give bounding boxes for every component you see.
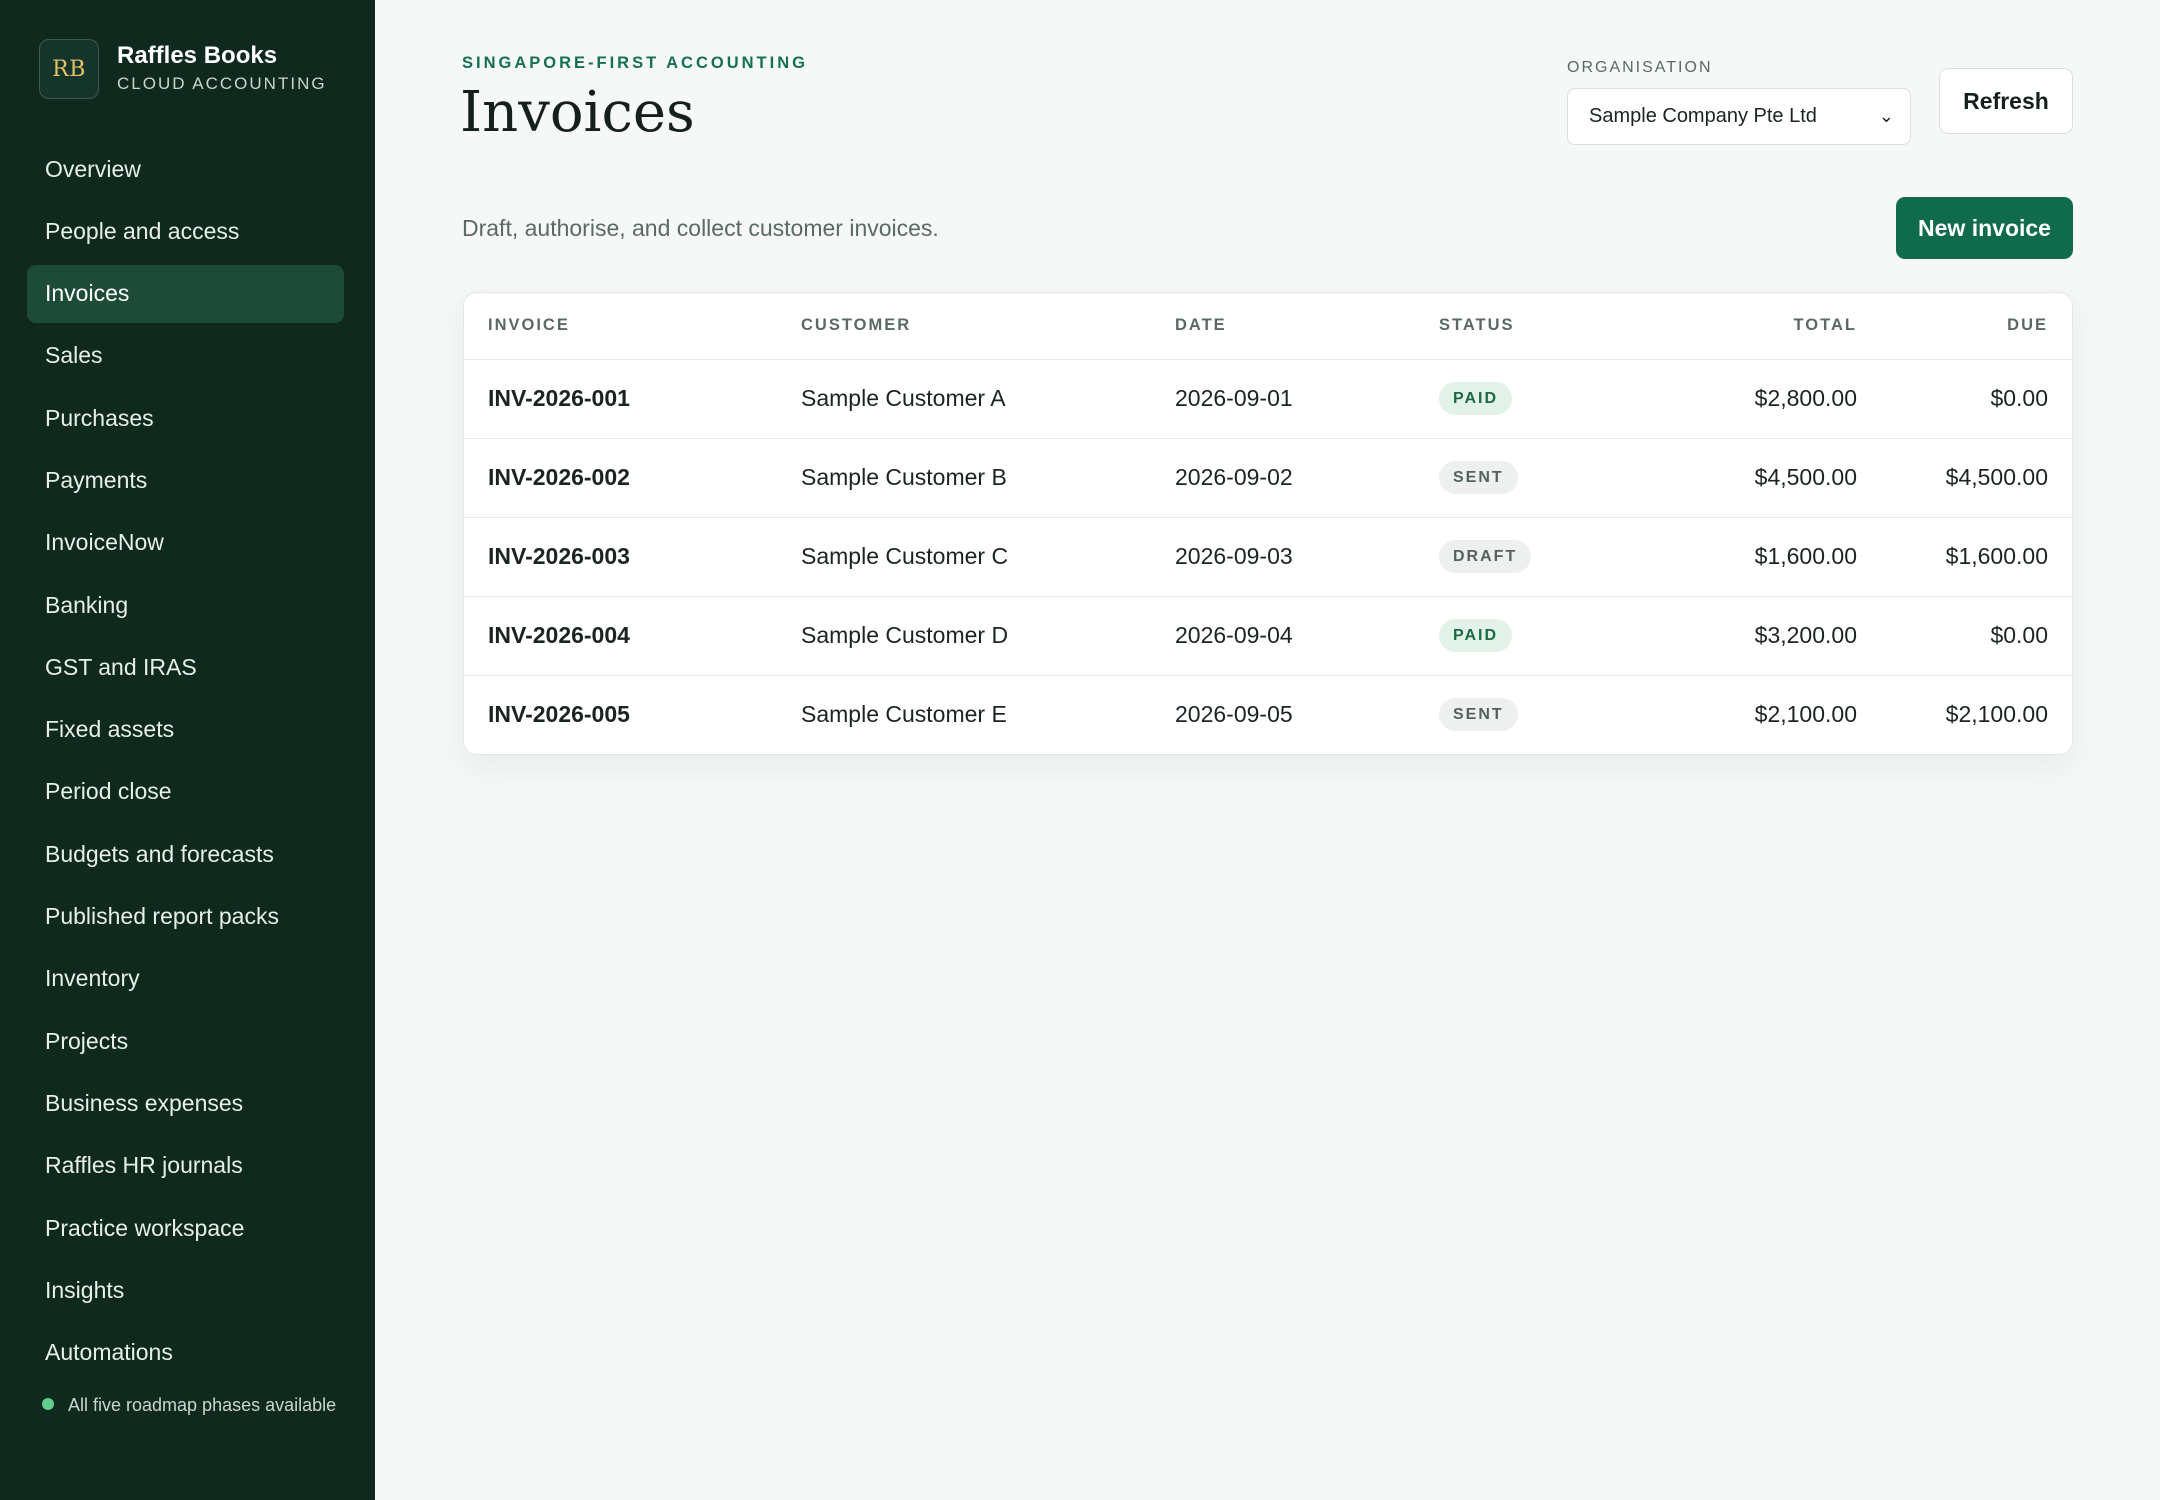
table-row[interactable]: INV-2026-001 Sample Customer A 2026-09-0… [464, 359, 2072, 439]
invoice-number[interactable]: INV-2026-001 [464, 359, 801, 439]
invoice-number[interactable]: INV-2026-005 [464, 675, 801, 754]
sidebar-item-banking[interactable]: Banking [27, 576, 344, 634]
status-cell: PAID [1439, 596, 1636, 676]
brand[interactable]: RB Raffles Books CLOUD ACCOUNTING [39, 39, 327, 99]
table-row[interactable]: INV-2026-002 Sample Customer B 2026-09-0… [464, 438, 2072, 518]
status-badge: PAID [1439, 382, 1513, 415]
column-header-customer[interactable]: CUSTOMER [801, 293, 1175, 360]
invoices-table: INVOICE CUSTOMER DATE STATUS TOTAL DUE I… [464, 293, 2072, 754]
customer-name: Sample Customer C [801, 517, 1175, 597]
customer-name: Sample Customer D [801, 596, 1175, 676]
status-badge: PAID [1439, 619, 1513, 652]
invoice-date: 2026-09-02 [1175, 438, 1439, 518]
column-header-total[interactable]: TOTAL [1636, 293, 1857, 360]
sidebar-item-published-report-packs[interactable]: Published report packs [27, 888, 344, 946]
refresh-button[interactable]: Refresh [1939, 68, 2073, 134]
invoice-date: 2026-09-04 [1175, 596, 1439, 676]
status-cell: SENT [1439, 675, 1636, 754]
organisation-selected-value: Sample Company Pte Ltd [1589, 105, 1817, 127]
invoice-total: $4,500.00 [1636, 438, 1857, 518]
sidebar-item-inventory[interactable]: Inventory [27, 950, 344, 1008]
status-cell: SENT [1439, 438, 1636, 518]
invoice-total: $2,100.00 [1754, 701, 1857, 728]
status-text: All five roadmap phases available [68, 1395, 337, 1415]
table-header-row: INVOICE CUSTOMER DATE STATUS TOTAL DUE [464, 293, 2072, 360]
invoice-due: $2,100.00 [1945, 701, 2048, 728]
brand-name: Raffles Books [117, 42, 278, 69]
sidebar-item-business-expenses[interactable]: Business expenses [27, 1074, 344, 1132]
sidebar-item-payments[interactable]: Payments [27, 451, 344, 509]
sidebar-item-sales[interactable]: Sales [27, 327, 344, 385]
table-row[interactable]: INV-2026-004 Sample Customer D 2026-09-0… [464, 596, 2072, 676]
customer-name: Sample Customer B [801, 438, 1175, 518]
status-cell: DRAFT [1439, 517, 1636, 597]
invoice-date: 2026-09-03 [1175, 517, 1439, 597]
brand-text: Raffles Books CLOUD ACCOUNTING [117, 42, 327, 96]
sidebar-item-invoices[interactable]: Invoices [27, 264, 344, 323]
sidebar-item-period-close[interactable]: Period close [27, 763, 344, 821]
invoice-total: $2,800.00 [1636, 359, 1857, 439]
status-dot-icon [42, 1398, 54, 1410]
organisation-select[interactable]: Sample Company Pte Ltd ⌄ [1567, 88, 1911, 145]
status-badge: SENT [1439, 698, 1518, 732]
sidebar-item-practice-workspace[interactable]: Practice workspace [27, 1199, 344, 1257]
invoice-date: 2026-09-05 [1175, 701, 1293, 728]
sidebar-item-insights[interactable]: Insights [27, 1261, 344, 1319]
column-header-status[interactable]: STATUS [1439, 293, 1636, 360]
sidebar: RB Raffles Books CLOUD ACCOUNTING Overvi… [0, 0, 375, 1500]
invoice-number[interactable]: INV-2026-003 [464, 517, 801, 597]
sidebar-item-budgets-and-forecasts[interactable]: Budgets and forecasts [27, 825, 344, 883]
sidebar-item-raffles-hr-journals[interactable]: Raffles HR journals [27, 1137, 344, 1195]
page-title: Invoices [460, 80, 695, 145]
sidebar-item-invoicenow[interactable]: InvoiceNow [27, 514, 344, 572]
invoices-table-card: INVOICE CUSTOMER DATE STATUS TOTAL DUE I… [463, 292, 2073, 755]
sidebar-item-gst-and-iras[interactable]: GST and IRAS [27, 638, 344, 696]
sidebar-item-projects[interactable]: Projects [27, 1012, 344, 1070]
column-header-date[interactable]: DATE [1175, 293, 1439, 360]
new-invoice-button[interactable]: New invoice [1896, 197, 2073, 259]
invoice-due: $0.00 [1857, 596, 2072, 676]
page-eyebrow: SINGAPORE-FIRST ACCOUNTING [462, 54, 808, 72]
invoice-date: 2026-09-01 [1175, 359, 1439, 439]
status-badge: SENT [1439, 461, 1518, 494]
invoice-number[interactable]: INV-2026-002 [464, 438, 801, 518]
customer-name: Sample Customer E [801, 701, 1007, 728]
sidebar-status: All five roadmap phases available [42, 1392, 342, 1419]
page-subtitle: Draft, authorise, and collect customer i… [462, 215, 939, 241]
status-cell: PAID [1439, 359, 1636, 439]
brand-subtitle: CLOUD ACCOUNTING [117, 74, 327, 93]
invoice-total: $3,200.00 [1636, 596, 1857, 676]
invoice-due: $4,500.00 [1857, 438, 2072, 518]
invoice-total: $1,600.00 [1636, 517, 1857, 597]
sidebar-item-purchases[interactable]: Purchases [27, 389, 344, 447]
invoice-number[interactable]: INV-2026-004 [464, 596, 801, 676]
chevron-down-icon: ⌄ [1878, 106, 1894, 126]
sidebar-item-automations[interactable]: Automations [27, 1324, 344, 1382]
brand-logo: RB [39, 39, 99, 99]
column-header-invoice[interactable]: INVOICE [464, 293, 801, 360]
invoice-due: $0.00 [1857, 359, 2072, 439]
column-header-due[interactable]: DUE [1857, 293, 2072, 360]
organisation-label: ORGANISATION [1567, 59, 1713, 76]
sidebar-item-fixed-assets[interactable]: Fixed assets [27, 701, 344, 759]
sidebar-item-overview[interactable]: Overview [27, 140, 344, 198]
table-row[interactable]: INV-2026-005 Sample Customer E 2026-09-0… [464, 675, 2072, 754]
sidebar-item-people-and-access[interactable]: People and access [27, 202, 344, 260]
customer-name: Sample Customer A [801, 359, 1175, 439]
status-badge: DRAFT [1439, 540, 1532, 573]
invoice-due: $1,600.00 [1857, 517, 2072, 597]
sidebar-nav: Overview People and access Invoices Sale… [27, 140, 344, 1386]
table-row[interactable]: INV-2026-003 Sample Customer C 2026-09-0… [464, 517, 2072, 597]
